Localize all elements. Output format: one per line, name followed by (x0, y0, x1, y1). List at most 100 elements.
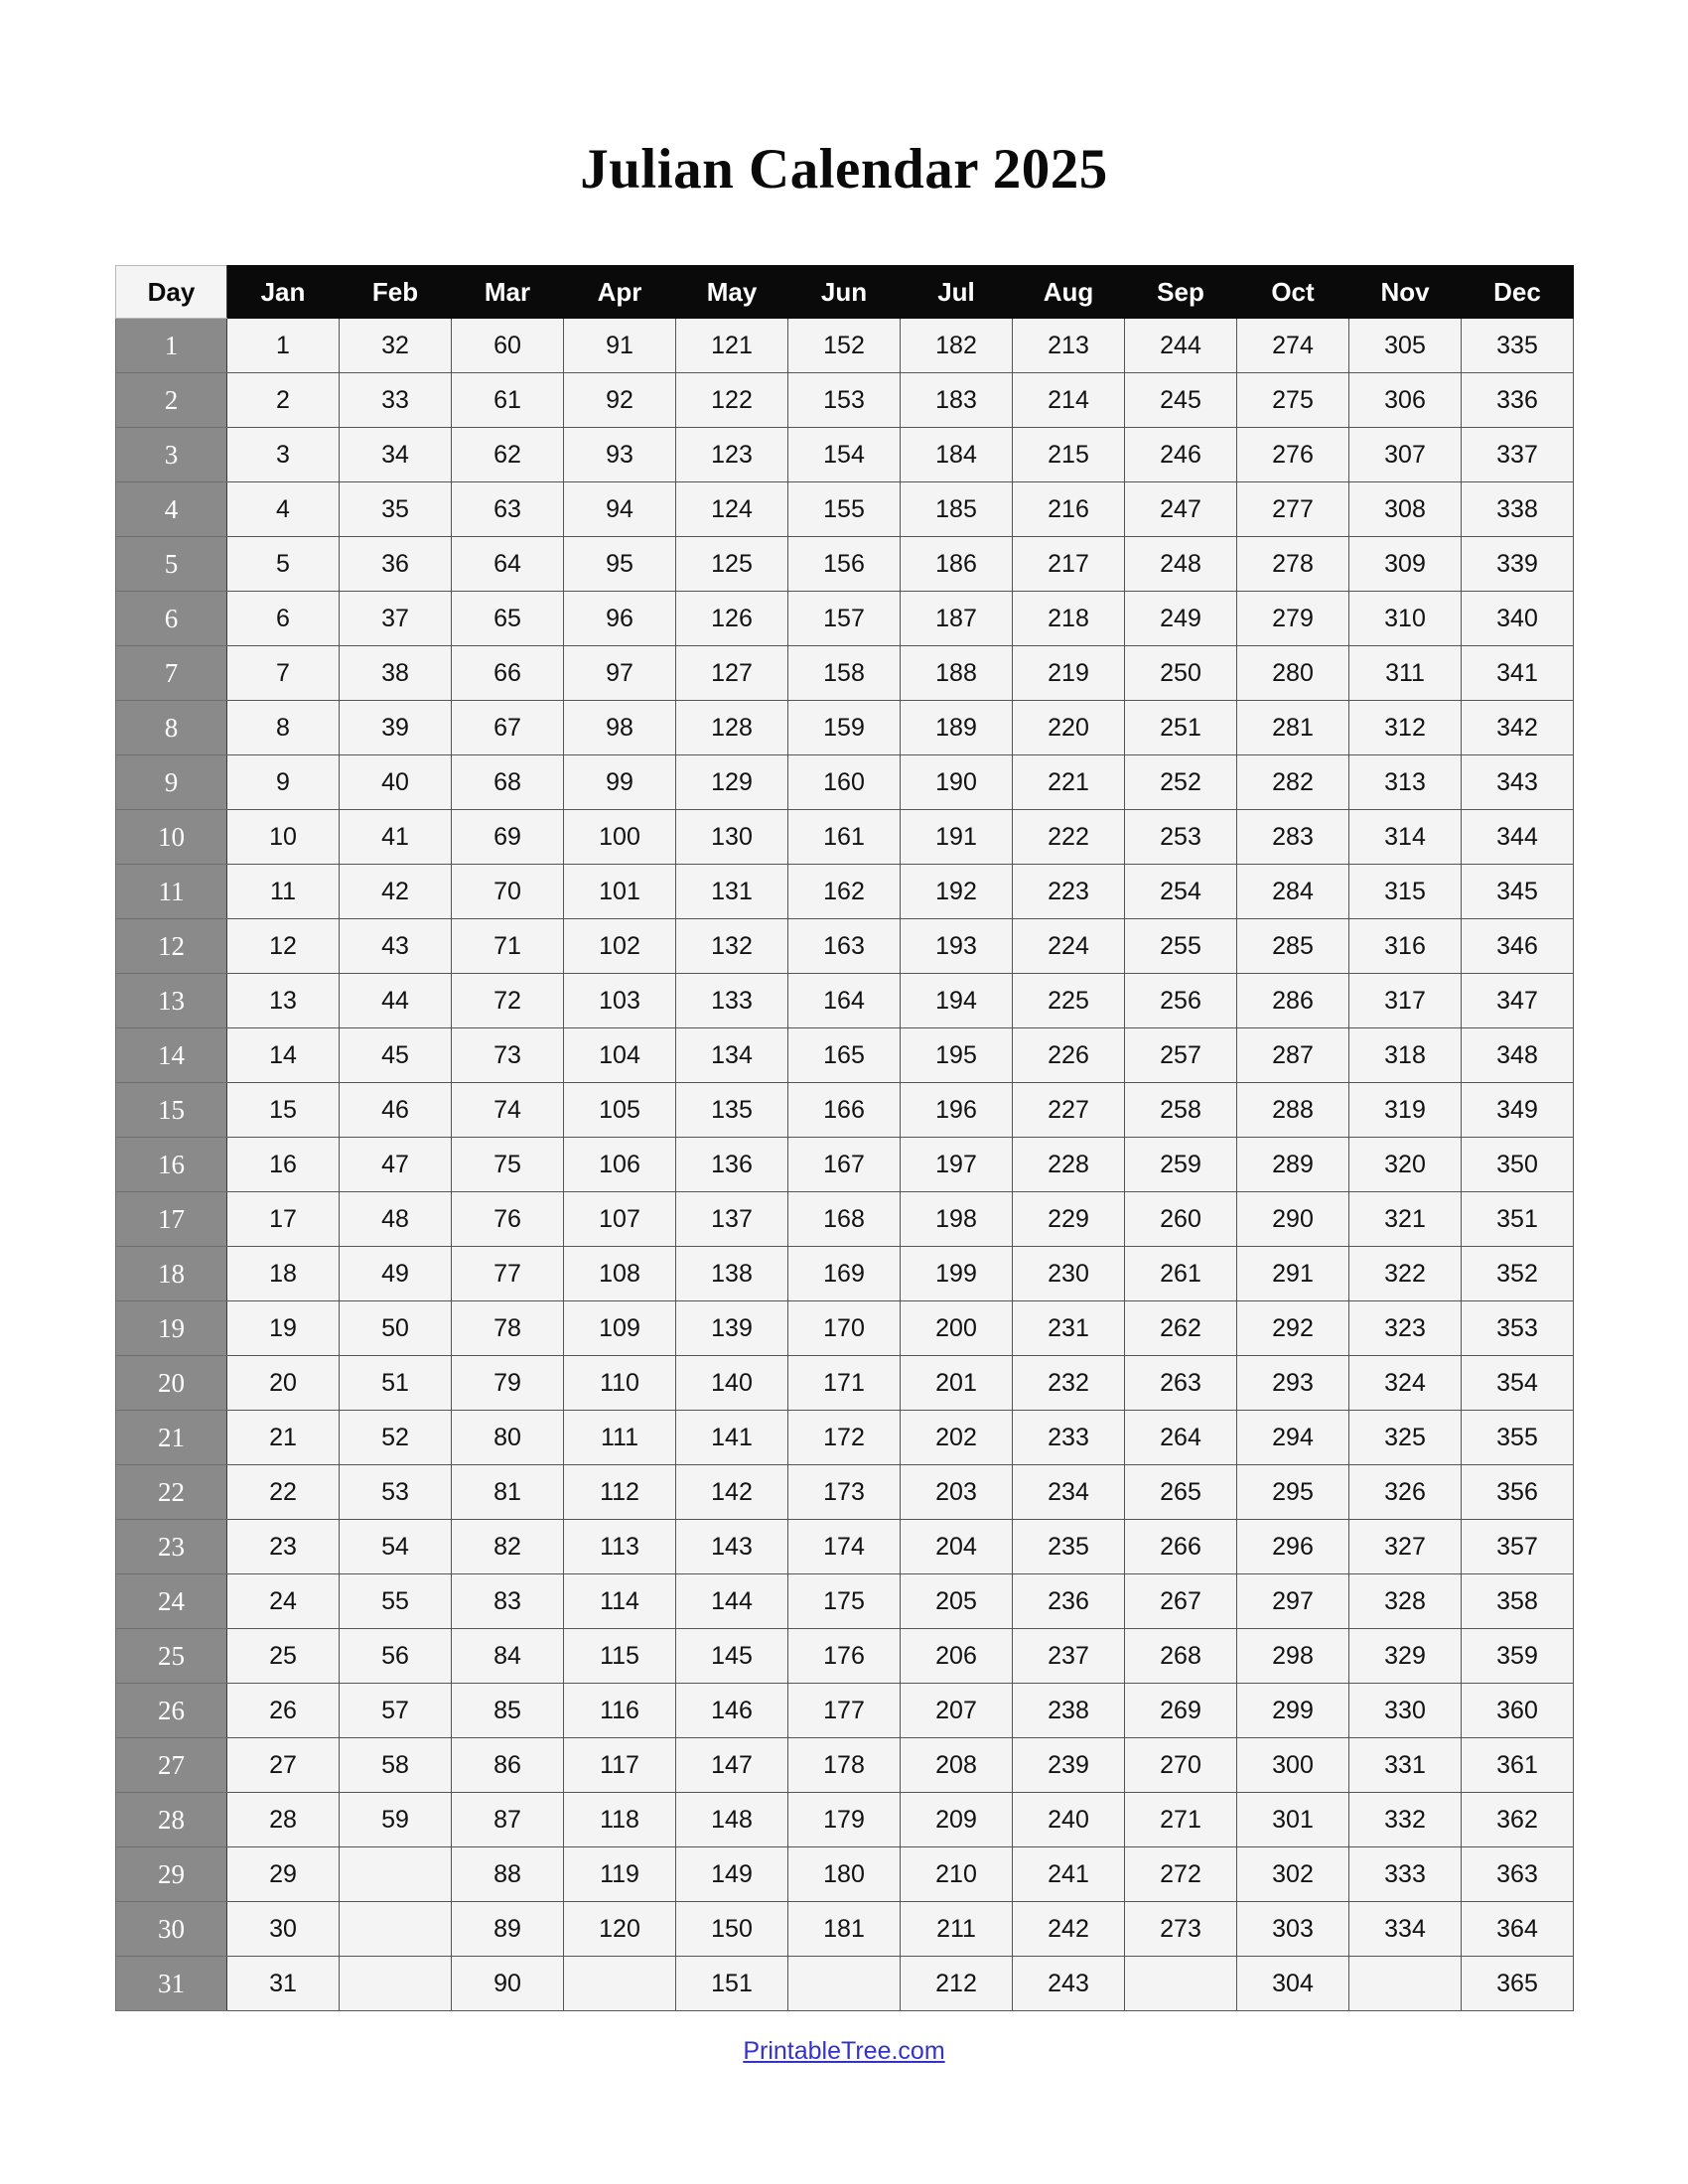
julian-day-cell: 29 (226, 1846, 340, 1902)
julian-day-cell: 115 (563, 1628, 676, 1684)
julian-day-cell: 223 (1012, 864, 1125, 919)
julian-day-cell: 78 (451, 1300, 564, 1356)
table-row: 30 30 89 120 150 181 211 242 273 303 334 364 (115, 1901, 1574, 1957)
julian-day-cell: 316 (1348, 918, 1462, 974)
julian-day-cell: 296 (1236, 1519, 1349, 1574)
table-row: 21 21 52 80 111 141 172 202 233 264 294 325 355 (115, 1410, 1574, 1465)
table-row: 1 1 32 60 91 121 152 182 213 244 274 305 335 (115, 318, 1574, 373)
julian-day-cell: 98 (563, 700, 676, 755)
julian-day-cell: 275 (1236, 372, 1349, 428)
julian-day-cell: 188 (900, 645, 1013, 701)
julian-day-cell: 238 (1012, 1683, 1125, 1738)
calendar-table-wrapper: Day Jan Feb Mar Apr May Jun Jul Aug Sep Oct Nov Dec … (115, 265, 1574, 2011)
day-number-cell: 13 (115, 973, 227, 1028)
julian-day-cell: 80 (451, 1410, 564, 1465)
julian-day-cell: 130 (675, 809, 788, 865)
julian-day-cell: 312 (1348, 700, 1462, 755)
julian-day-cell: 160 (787, 754, 901, 810)
column-header-feb: Feb (339, 265, 452, 319)
column-header-apr: Apr (563, 265, 676, 319)
julian-day-cell: 346 (1461, 918, 1574, 974)
day-number-cell: 24 (115, 1573, 227, 1629)
julian-day-cell: 241 (1012, 1846, 1125, 1902)
julian-day-cell: 355 (1461, 1410, 1574, 1465)
table-header: Day Jan Feb Mar Apr May Jun Jul Aug Sep Oct Nov Dec (115, 265, 1574, 319)
julian-day-cell: 242 (1012, 1901, 1125, 1957)
julian-day-cell (1124, 1956, 1237, 2011)
julian-day-cell: 190 (900, 754, 1013, 810)
table-row: 5 5 36 64 95 125 156 186 217 248 278 309 339 (115, 536, 1574, 592)
julian-day-cell: 1 (226, 318, 340, 373)
julian-day-cell: 178 (787, 1737, 901, 1793)
julian-day-cell: 131 (675, 864, 788, 919)
julian-day-cell: 9 (226, 754, 340, 810)
julian-day-cell: 342 (1461, 700, 1574, 755)
julian-day-cell: 109 (563, 1300, 676, 1356)
julian-day-cell: 67 (451, 700, 564, 755)
julian-day-cell: 70 (451, 864, 564, 919)
julian-day-cell: 207 (900, 1683, 1013, 1738)
julian-day-cell: 68 (451, 754, 564, 810)
julian-day-cell: 170 (787, 1300, 901, 1356)
julian-day-cell: 30 (226, 1901, 340, 1957)
day-number-cell: 7 (115, 645, 227, 701)
julian-day-cell: 234 (1012, 1464, 1125, 1520)
julian-day-cell: 137 (675, 1191, 788, 1247)
printabletree-link[interactable]: PrintableTree.com (743, 2037, 944, 2065)
table-row: 25 25 56 84 115 145 176 206 237 268 298 329 359 (115, 1628, 1574, 1684)
julian-day-cell: 302 (1236, 1846, 1349, 1902)
julian-day-cell: 38 (339, 645, 452, 701)
julian-day-cell: 309 (1348, 536, 1462, 592)
julian-day-cell: 169 (787, 1246, 901, 1301)
julian-day-cell: 43 (339, 918, 452, 974)
julian-day-cell: 291 (1236, 1246, 1349, 1301)
julian-day-cell: 149 (675, 1846, 788, 1902)
julian-day-cell: 351 (1461, 1191, 1574, 1247)
julian-day-cell: 333 (1348, 1846, 1462, 1902)
julian-day-cell: 274 (1236, 318, 1349, 373)
julian-day-cell: 99 (563, 754, 676, 810)
julian-day-cell: 10 (226, 809, 340, 865)
julian-day-cell: 212 (900, 1956, 1013, 2011)
day-number-cell: 17 (115, 1191, 227, 1247)
julian-day-cell: 134 (675, 1027, 788, 1083)
julian-day-cell: 195 (900, 1027, 1013, 1083)
julian-day-cell: 285 (1236, 918, 1349, 974)
table-row: 8 8 39 67 98 128 159 189 220 251 281 312 342 (115, 700, 1574, 755)
julian-day-cell: 141 (675, 1410, 788, 1465)
julian-day-cell: 63 (451, 481, 564, 537)
julian-day-cell: 22 (226, 1464, 340, 1520)
julian-day-cell: 364 (1461, 1901, 1574, 1957)
julian-day-cell: 205 (900, 1573, 1013, 1629)
julian-day-cell: 48 (339, 1191, 452, 1247)
julian-day-cell: 259 (1124, 1137, 1237, 1192)
julian-day-cell: 224 (1012, 918, 1125, 974)
julian-day-cell: 266 (1124, 1519, 1237, 1574)
julian-day-cell: 260 (1124, 1191, 1237, 1247)
julian-day-cell: 176 (787, 1628, 901, 1684)
julian-day-cell: 11 (226, 864, 340, 919)
julian-day-cell: 284 (1236, 864, 1349, 919)
julian-day-cell: 113 (563, 1519, 676, 1574)
table-row: 12 12 43 71 102 132 163 193 224 255 285 316 346 (115, 918, 1574, 974)
julian-day-cell: 278 (1236, 536, 1349, 592)
julian-day-cell (339, 1846, 452, 1902)
day-number-cell: 4 (115, 481, 227, 537)
julian-day-cell: 6 (226, 591, 340, 646)
julian-day-cell: 31 (226, 1956, 340, 2011)
julian-day-cell: 306 (1348, 372, 1462, 428)
julian-day-cell: 2 (226, 372, 340, 428)
julian-day-cell: 277 (1236, 481, 1349, 537)
julian-day-cell: 111 (563, 1410, 676, 1465)
day-number-cell: 9 (115, 754, 227, 810)
julian-day-cell: 112 (563, 1464, 676, 1520)
table-row: 22 22 53 81 112 142 173 203 234 265 295 326 356 (115, 1464, 1574, 1520)
julian-day-cell: 7 (226, 645, 340, 701)
julian-day-cell: 42 (339, 864, 452, 919)
julian-day-cell: 326 (1348, 1464, 1462, 1520)
julian-day-cell: 153 (787, 372, 901, 428)
julian-day-cell: 46 (339, 1082, 452, 1138)
day-number-cell: 8 (115, 700, 227, 755)
column-header-jun: Jun (787, 265, 901, 319)
julian-day-cell: 156 (787, 536, 901, 592)
